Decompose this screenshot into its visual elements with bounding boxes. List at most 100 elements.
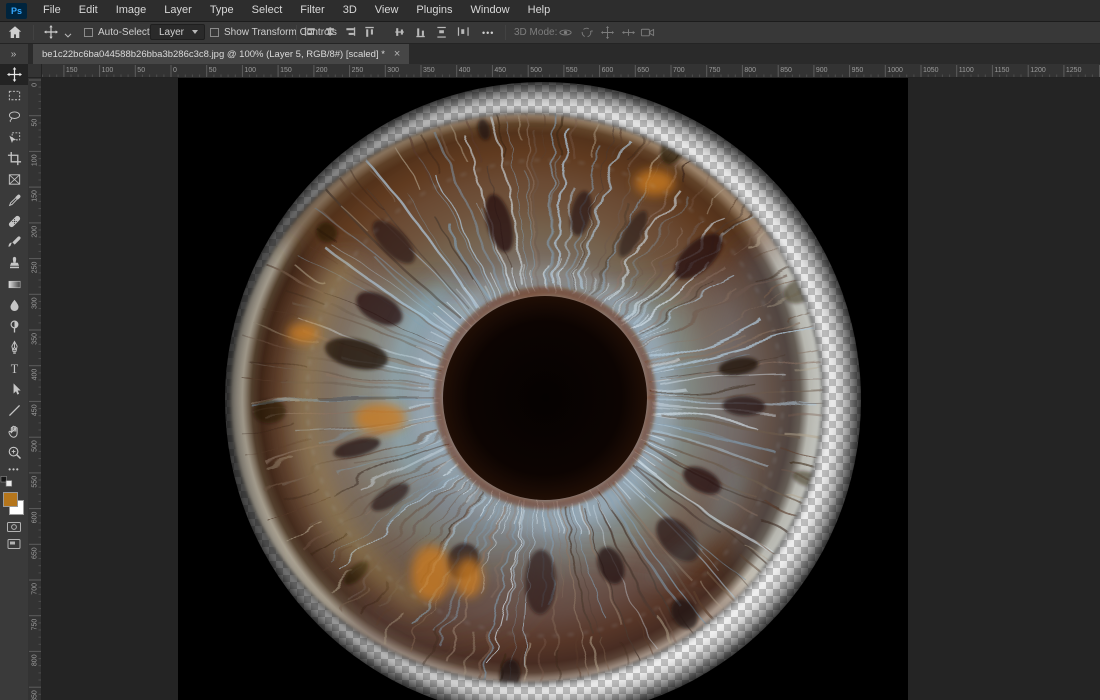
- lasso-tool[interactable]: [0, 106, 28, 127]
- photoshop-logo-icon[interactable]: Ps: [6, 3, 27, 19]
- svg-text:400: 400: [459, 67, 471, 74]
- drag-3d-icon[interactable]: [599, 24, 615, 40]
- svg-text:300: 300: [32, 297, 39, 309]
- menu-item-select[interactable]: Select: [243, 0, 292, 22]
- menu-item-help[interactable]: Help: [519, 0, 560, 22]
- camera-3d-icon[interactable]: [639, 24, 655, 40]
- clone-stamp-tool[interactable]: [0, 253, 28, 274]
- svg-text:100: 100: [32, 154, 39, 166]
- svg-text:1100: 1100: [959, 67, 974, 74]
- svg-text:1250: 1250: [1066, 67, 1082, 74]
- svg-text:350: 350: [423, 67, 435, 74]
- move-tool-preset-icon[interactable]: [43, 24, 59, 40]
- photoshop-window: Ps FileEditImageLayerTypeSelectFilter3DV…: [0, 0, 1100, 700]
- horizontal-ruler[interactable]: 1501005005010015020025030035040045050055…: [42, 64, 1100, 78]
- object-selection-tool[interactable]: [0, 127, 28, 148]
- menu-item-layer[interactable]: Layer: [155, 0, 201, 22]
- svg-text:900: 900: [816, 67, 828, 74]
- distribute-horizontal-icon[interactable]: [455, 24, 471, 40]
- svg-text:100: 100: [102, 67, 114, 74]
- svg-text:600: 600: [602, 67, 614, 74]
- options-bar: Auto-Select: Layer Show Transform Contro…: [0, 22, 1100, 44]
- blur-tool[interactable]: [0, 295, 28, 316]
- document-tab[interactable]: be1c22bc6ba044588b26bba3b286c3c8.jpg @ 1…: [33, 44, 409, 64]
- pen-tool[interactable]: [0, 337, 28, 358]
- checkbox-box[interactable]: [210, 28, 219, 37]
- hand-tool[interactable]: [0, 421, 28, 442]
- svg-text:300: 300: [387, 67, 399, 74]
- align-vertical-centers-icon[interactable]: [392, 24, 408, 40]
- svg-text:550: 550: [566, 67, 578, 74]
- more-align-options-button[interactable]: •••: [482, 22, 494, 43]
- svg-text:400: 400: [32, 369, 39, 381]
- roll-3d-icon[interactable]: [578, 24, 594, 40]
- auto-select-target-dropdown[interactable]: Layer: [150, 24, 205, 40]
- auto-select-checkbox[interactable]: Auto-Select:: [84, 22, 152, 43]
- quick-mask-button[interactable]: [0, 518, 28, 535]
- svg-text:250: 250: [32, 262, 39, 274]
- slide-3d-icon[interactable]: [620, 24, 636, 40]
- document-tab-title: be1c22bc6ba044588b26bba3b286c3c8.jpg @ 1…: [42, 49, 385, 60]
- menu-item-edit[interactable]: Edit: [70, 0, 107, 22]
- menu-item-plugins[interactable]: Plugins: [407, 0, 461, 22]
- align-top-edges-icon[interactable]: [362, 24, 378, 40]
- svg-text:500: 500: [530, 67, 542, 74]
- 3d-mode-label: 3D Mode:: [514, 22, 557, 43]
- home-icon[interactable]: [7, 24, 23, 40]
- svg-text:250: 250: [352, 67, 364, 74]
- menu-item-image[interactable]: Image: [107, 0, 156, 22]
- svg-text:650: 650: [637, 67, 649, 74]
- default-colors-icon[interactable]: [0, 475, 28, 490]
- edit-toolbar-button[interactable]: •••: [0, 463, 28, 475]
- orbit-3d-icon[interactable]: [557, 24, 573, 40]
- foreground-color-swatch[interactable]: [3, 492, 18, 507]
- type-tool[interactable]: T: [0, 358, 28, 379]
- menu-item-view[interactable]: View: [366, 0, 408, 22]
- menu-item-file[interactable]: File: [34, 0, 70, 22]
- svg-text:200: 200: [32, 226, 39, 238]
- path-selection-tool[interactable]: [0, 379, 28, 400]
- svg-text:T: T: [10, 362, 18, 376]
- dodge-tool[interactable]: [0, 316, 28, 337]
- svg-text:700: 700: [673, 67, 685, 74]
- align-right-edges-icon[interactable]: [342, 24, 358, 40]
- svg-text:0: 0: [32, 83, 39, 87]
- svg-text:450: 450: [494, 67, 506, 74]
- document-canvas[interactable]: [178, 78, 908, 700]
- move-tool[interactable]: [0, 64, 28, 85]
- svg-text:350: 350: [32, 333, 39, 345]
- document-tab-bar: be1c22bc6ba044588b26bba3b286c3c8.jpg @ 1…: [28, 44, 1100, 64]
- align-left-edges-icon[interactable]: [302, 24, 318, 40]
- svg-text:150: 150: [32, 190, 39, 202]
- svg-text:1200: 1200: [1030, 67, 1046, 74]
- line-tool[interactable]: [0, 400, 28, 421]
- rectangular-marquee-tool[interactable]: [0, 85, 28, 106]
- svg-text:1000: 1000: [887, 67, 903, 74]
- close-icon[interactable]: ×: [394, 49, 400, 59]
- menu-item-type[interactable]: Type: [201, 0, 243, 22]
- svg-text:850: 850: [32, 690, 39, 700]
- ruler-corner[interactable]: [28, 64, 42, 78]
- gradient-tool[interactable]: [0, 274, 28, 295]
- collapse-toolbar-icon[interactable]: »: [0, 44, 28, 64]
- menu-item-window[interactable]: Window: [462, 0, 519, 22]
- distribute-vertical-icon[interactable]: [434, 24, 450, 40]
- spot-healing-brush-tool[interactable]: [0, 211, 28, 232]
- screen-mode-button[interactable]: [0, 535, 28, 552]
- crop-tool[interactable]: [0, 148, 28, 169]
- svg-text:200: 200: [316, 67, 328, 74]
- zoom-tool[interactable]: [0, 442, 28, 463]
- tool-preset-chevron-icon[interactable]: [62, 24, 74, 45]
- svg-text:450: 450: [32, 404, 39, 416]
- menu-item-3d[interactable]: 3D: [334, 0, 366, 22]
- eyedropper-tool[interactable]: [0, 190, 28, 211]
- svg-text:750: 750: [32, 619, 39, 631]
- checkbox-box[interactable]: [84, 28, 93, 37]
- svg-text:550: 550: [32, 476, 39, 488]
- brush-tool[interactable]: [0, 232, 28, 253]
- align-horizontal-centers-icon[interactable]: [322, 24, 338, 40]
- vertical-ruler[interactable]: 0501001502002503003504004505005506006507…: [28, 78, 42, 700]
- align-bottom-edges-icon[interactable]: [413, 24, 429, 40]
- frame-tool[interactable]: [0, 169, 28, 190]
- menu-item-filter[interactable]: Filter: [291, 0, 333, 22]
